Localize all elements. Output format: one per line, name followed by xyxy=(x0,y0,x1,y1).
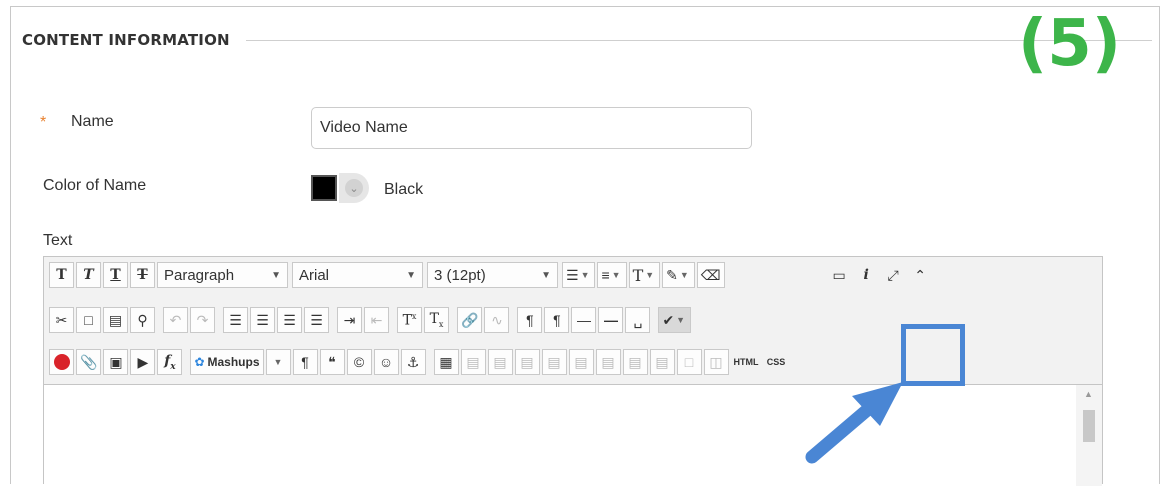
annotation-arrow-icon xyxy=(805,382,903,464)
